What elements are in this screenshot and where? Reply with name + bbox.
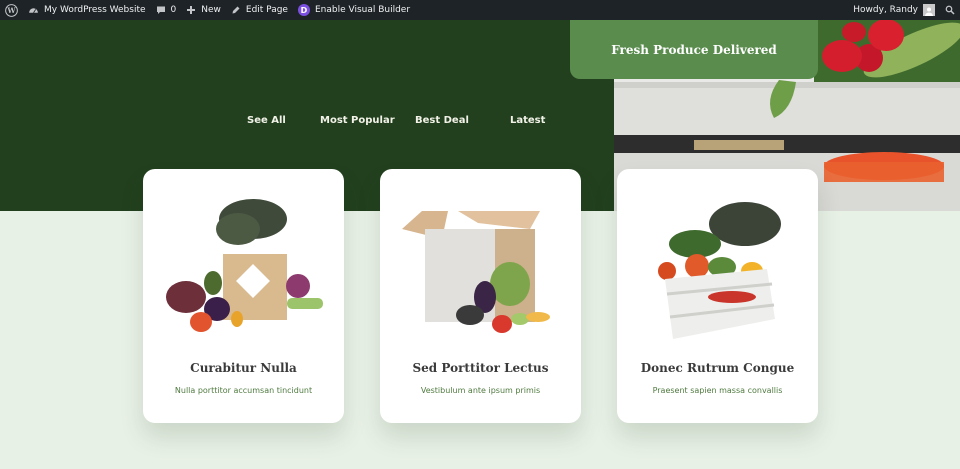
fresh-produce-cta-button[interactable]: Fresh Produce Delivered [570,20,818,79]
svg-text:W: W [6,6,16,15]
admin-bar: W My WordPress Website 0 New Edit Page D… [0,0,960,20]
visual-builder-link[interactable]: D Enable Visual Builder [293,0,415,20]
admin-search-button[interactable] [940,0,960,20]
plus-icon [187,6,196,14]
filter-most-popular[interactable]: Most Popular [320,115,395,126]
site-name: My WordPress Website [44,5,146,15]
account-menu[interactable]: Howdy, Randy [848,0,940,20]
edit-page-label: Edit Page [245,5,288,15]
product-card[interactable]: Donec Rutrum Congue Praesent sapien mass… [617,169,818,423]
edit-page-link[interactable]: Edit Page [226,0,293,20]
divi-icon: D [297,4,310,16]
product-filter-nav: See All Most Popular Best Deal Latest [0,115,614,131]
filter-best-deal[interactable]: Best Deal [415,115,469,126]
comments-count: 0 [170,5,177,15]
product-subtitle: Vestibulum ante ipsum primis [420,386,541,395]
filter-latest[interactable]: Latest [510,115,545,126]
avatar [923,4,935,16]
product-title: Curabitur Nulla [190,361,297,375]
new-label: New [201,5,221,15]
product-subtitle: Nulla porttitor accumsan tincidunt [174,386,313,395]
comment-icon [156,6,165,14]
wordpress-icon: W [5,3,18,17]
product-card[interactable]: Sed Porttitor Lectus Vestibulum ante ips… [380,169,581,423]
wordpress-logo-button[interactable]: W [0,0,23,20]
produce-bag-image [166,199,323,332]
visual-builder-label: Enable Visual Builder [314,5,411,15]
product-title: Sed Porttitor Lectus [412,361,549,375]
pencil-icon [232,6,240,14]
search-icon [945,5,955,15]
filter-see-all[interactable]: See All [247,115,286,126]
product-card[interactable]: Curabitur Nulla Nulla porttitor accumsan… [143,169,344,423]
produce-box-image [402,211,550,333]
site-name-link[interactable]: My WordPress Website [23,0,151,20]
product-subtitle: Praesent sapien massa convallis [652,386,783,395]
new-content-button[interactable]: New [181,0,226,20]
admin-bar-right: Howdy, Randy [848,0,960,20]
produce-crate-image [658,202,781,339]
comments-link[interactable]: 0 [151,0,182,20]
dashboard-icon [29,7,38,13]
product-title: Donec Rutrum Congue [640,361,795,375]
user-icon [925,7,933,16]
greeting: Howdy, Randy [853,5,918,15]
